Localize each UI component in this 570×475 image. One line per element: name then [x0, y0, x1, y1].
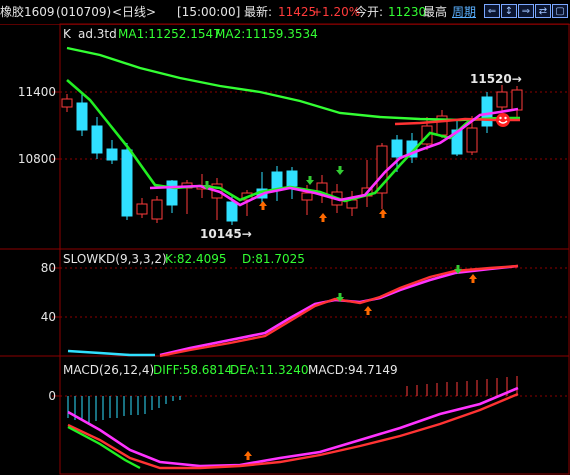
kd-d-label: D:81.7025	[242, 252, 305, 266]
kd-k-label: K:82.4095	[165, 252, 227, 266]
candle-body	[151, 199, 163, 220]
main-panel-frame	[59, 23, 570, 250]
y-tick-11400: 11400	[17, 85, 56, 99]
ma2-label: MA2:11159.3534	[215, 27, 318, 41]
candle-body	[121, 149, 133, 217]
chart-period-name: ad.3td	[78, 27, 117, 41]
candlesticks	[61, 85, 523, 225]
candle-body	[466, 127, 478, 153]
buy-arrow-icon	[469, 274, 477, 283]
macd-title: MACD(26,12,4)	[63, 363, 155, 377]
indicator-name: K	[63, 27, 71, 41]
buy-arrow-icon	[364, 306, 372, 315]
kd-title: SLOWKD(9,3,3,2)	[63, 252, 167, 266]
kd-d-line	[159, 264, 519, 357]
candle-body	[286, 170, 298, 187]
macd-diff-label: DIFF:58.6814	[153, 363, 233, 377]
high-annotation: 11520→	[470, 72, 522, 86]
macd-diff-line	[67, 386, 519, 468]
buy-arrow-icon	[259, 201, 267, 210]
y-tick-10800: 10800	[17, 152, 56, 166]
candle-body	[76, 102, 88, 131]
sell-arrow-icon	[336, 166, 344, 175]
candle-body	[61, 98, 73, 108]
kd-lines	[67, 264, 519, 358]
ma-fast-line	[149, 107, 519, 207]
buy-arrow-icon	[319, 213, 327, 222]
smiley-icon	[496, 113, 510, 127]
candle-body	[136, 203, 148, 215]
ma1-label: MA1:11252.1547	[118, 27, 221, 41]
y-tick-80: 80	[40, 261, 56, 275]
buy-arrow-icon	[244, 451, 252, 460]
candle-body	[496, 91, 508, 108]
macd-plot	[67, 376, 519, 470]
y-tick-0: 0	[48, 389, 56, 403]
candle-body	[481, 96, 493, 127]
sell-arrow-icon	[306, 176, 314, 185]
kd-base-line	[67, 349, 155, 357]
candle-body	[106, 148, 118, 161]
candle-body	[391, 139, 403, 158]
candle-body	[511, 89, 523, 111]
candle-body	[226, 201, 238, 222]
candle-body	[166, 180, 178, 206]
macd-dea-label: DEA:11.3240	[230, 363, 309, 377]
candle-body	[91, 125, 103, 154]
grid-lines	[52, 91, 569, 397]
low-annotation: 10145→	[200, 227, 252, 241]
ma-slow-line	[66, 46, 501, 122]
candle-body	[301, 192, 313, 201]
macd-value-label: MACD:94.7149	[308, 363, 398, 377]
y-tick-40: 40	[40, 310, 56, 324]
buy-arrow-icon	[379, 209, 387, 218]
